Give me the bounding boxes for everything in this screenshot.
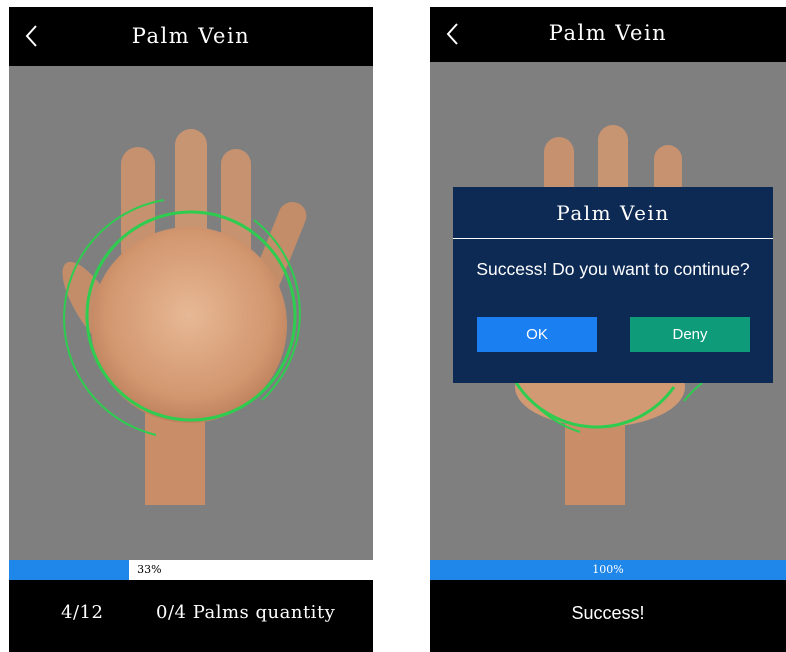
capture-counter: 4/12: [61, 602, 104, 623]
progress-bar: 100%: [430, 560, 786, 580]
palm-scan-screen: Palm Vein 33% 4/12 0/4 Palms quantity: [9, 7, 373, 652]
status-text: Success!: [571, 603, 645, 623]
ok-button[interactable]: OK: [477, 317, 597, 352]
footer-bar: Success!: [430, 580, 786, 652]
palm-camera-view: [62, 129, 307, 505]
dialog-message: Success! Do you want to continue?: [476, 259, 750, 279]
progress-label: 33%: [137, 563, 162, 576]
dialog-title: Palm Vein: [556, 201, 670, 225]
deny-button[interactable]: Deny: [630, 317, 750, 352]
hand-image: [62, 129, 307, 505]
progress-label: 100%: [592, 563, 624, 576]
progress-fill: [9, 560, 130, 580]
progress-bar: 33%: [9, 560, 373, 580]
palm-scan-success-screen: Palm Vein Palm Vein Success! Do you want…: [430, 7, 786, 652]
palms-quantity: 0/4 Palms quantity: [156, 602, 336, 623]
confirmation-dialog: Palm Vein Success! Do you want to contin…: [453, 187, 773, 383]
dialog-divider: [453, 238, 773, 239]
footer-bar: 4/12 0/4 Palms quantity: [9, 580, 373, 652]
